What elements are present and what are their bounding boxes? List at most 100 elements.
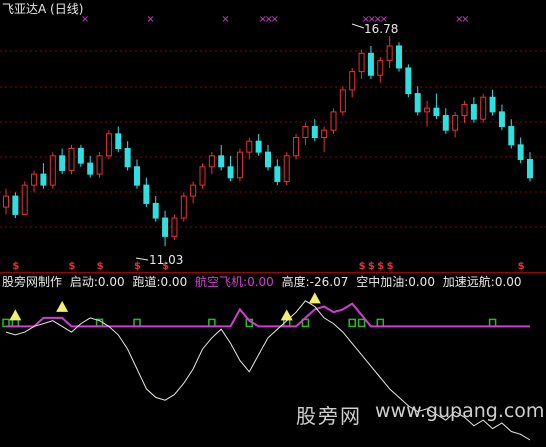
candle-body [330,111,337,131]
candle-body [265,151,271,168]
candle-body [49,155,56,186]
pane-divider[interactable] [0,272,546,273]
bottom-marker: $ [134,261,141,272]
candle [405,64,412,98]
launch-triangle [9,309,22,321]
candle-body [433,107,440,117]
candle-body [527,158,533,179]
candle [293,133,300,160]
candle-body [190,184,197,197]
bottom-marker: $ [377,261,384,272]
candle-body [517,144,524,160]
candle [31,170,38,193]
candle [377,56,384,83]
candle-body [349,71,356,91]
top-marker: × [461,14,469,25]
candle [199,163,206,189]
top-marker: × [221,14,229,25]
candle [208,152,215,175]
candle [21,181,28,215]
candle [152,196,159,222]
candle [414,86,421,116]
candle [87,155,94,178]
low-pointer [135,257,149,261]
candle-body [227,166,234,179]
candle-body [134,166,140,186]
bottom-marker: $ [387,261,394,272]
candle [283,152,290,186]
indicator-chart[interactable] [0,290,546,447]
candle-body [367,52,374,76]
launch-triangle [280,309,293,321]
price-gridlines [0,50,546,228]
price-chart[interactable]: × × × ××× ×××× ×× $ $ $ $ $ $ $ $ $ $ [0,0,546,272]
legend-altitude: 高度:-26.07 [281,275,349,289]
candle [115,126,122,153]
candle-body [77,147,84,164]
candle [452,111,459,138]
candle-body [339,89,346,113]
candle-body [171,217,178,237]
candle [339,86,346,116]
candle-body [255,140,262,153]
candle-body [208,155,215,168]
legend-runway: 跑道:0.00 [132,275,188,289]
candle-body [152,202,159,219]
candle [190,181,197,204]
launch-triangles [9,292,321,321]
candle [274,159,281,186]
candle [12,192,19,219]
bottom-marker: $ [359,261,366,272]
candle-body [452,115,459,131]
candle [162,210,169,247]
candle [105,130,112,160]
candle-body [40,173,47,186]
candle [236,148,243,182]
candle [96,152,103,178]
candle-body [162,217,169,237]
candle [3,188,9,215]
candle [386,35,393,68]
candle-body [3,195,9,208]
candle-body [377,60,384,76]
candle [49,152,56,189]
bottom-marker: $ [368,261,375,272]
candle-body [12,195,19,215]
candle [134,159,140,189]
candle [143,177,150,208]
candle [367,45,374,79]
candle [180,192,187,222]
high-price-label: 16.78 [364,22,399,36]
candle [396,42,402,72]
candle-body [218,155,225,168]
candle-body [442,115,449,131]
candle [40,163,47,189]
top-markers: × × × ××× ×××× ×× [81,14,470,25]
legend-startup: 启动:0.00 [69,275,125,289]
candle-body [283,155,290,182]
candle [517,137,524,164]
legend-refuel: 空中加油:0.00 [356,275,435,289]
indicator-name: 股旁网制作 [2,275,63,289]
low-price-label: 11.03 [149,253,184,267]
runway-block [2,318,10,328]
aircraft-line [6,302,530,328]
watermark-url: www.gupang.com [375,400,545,422]
candle [68,144,75,175]
runway-block [488,318,497,328]
candle [171,214,178,241]
candle-body [386,45,393,62]
candle-body [246,140,253,153]
candle-body [105,133,112,157]
indicator-legend: 股旁网制作 启动:0.00 跑道:0.00 航空飞机:0.00 高度:-26.0… [2,275,526,289]
runway-block [357,318,366,328]
candle [498,104,505,131]
candle [124,141,131,171]
candle [470,97,477,123]
candle-body [311,126,318,139]
candle-body [405,67,412,95]
candle [302,122,309,145]
candle [77,144,84,167]
runway-block [11,318,20,328]
candle-body [414,93,421,113]
